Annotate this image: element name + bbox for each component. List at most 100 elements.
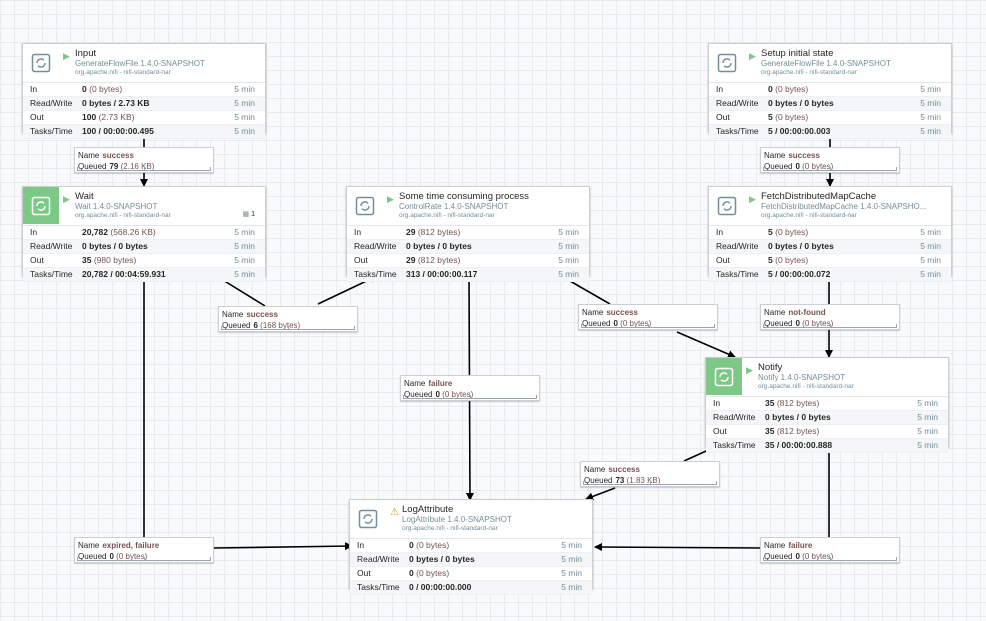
processor-wait[interactable]: ▶ Wait Wait 1.4.0-SNAPSHOT org.apache.ni… xyxy=(22,186,266,282)
stat-time: 5 min xyxy=(920,227,941,237)
processor-type: FetchDistributedMapCache 1.4.0-SNAPSHO..… xyxy=(761,202,927,211)
stat-value: 0 bytes / 0 bytes xyxy=(765,412,831,422)
stat-value: 0 bytes / 0 bytes xyxy=(768,98,834,108)
stat-label: Read/Write xyxy=(716,98,759,108)
stat-label: Read/Write xyxy=(716,241,759,251)
processor-notify[interactable]: ▶ Notify Notify 1.4.0-SNAPSHOT org.apach… xyxy=(705,357,949,453)
stat-label: Tasks/Time xyxy=(354,269,397,279)
processor-header: ▶ Notify Notify 1.4.0-SNAPSHOT org.apach… xyxy=(706,358,948,397)
processor-header: ▶ Wait Wait 1.4.0-SNAPSHOT org.apache.ni… xyxy=(23,187,265,226)
queue-bar xyxy=(77,167,211,171)
processor-setup-initial-state[interactable]: ▶ Setup initial state GenerateFlowFile 1… xyxy=(708,43,952,139)
stat-value: 35 (980 bytes) xyxy=(82,255,137,265)
processor-name: Input xyxy=(75,48,97,59)
warning-icon[interactable]: ⚠ xyxy=(390,508,399,518)
connection-wait-to-log[interactable]: Name expired, failure Queued 0 (0 bytes) xyxy=(74,537,214,563)
conn-name-label: Name xyxy=(584,465,606,474)
stat-label: In xyxy=(30,227,38,237)
stat-label: Out xyxy=(716,112,730,122)
connection-notify-to-log[interactable]: Name success Queued 73 (1.83 KB) xyxy=(580,461,720,487)
stat-label: Tasks/Time xyxy=(30,269,73,279)
stat-value: 100 / 00:00:00.495 xyxy=(82,126,154,136)
processor-icon xyxy=(347,187,383,224)
processor-type: GenerateFlowFile 1.4.0-SNAPSHOT xyxy=(761,59,891,68)
connection-process-to-log[interactable]: Name failure Queued 0 (0 bytes) xyxy=(400,375,540,401)
stat-label: Read/Write xyxy=(357,554,400,564)
processor-icon xyxy=(23,187,59,224)
processor-icon xyxy=(350,500,386,537)
stat-in: In 0 (0 bytes) 5 min xyxy=(23,83,265,97)
stat-value: 5 / 00:00:00.003 xyxy=(768,126,831,136)
queue-bar xyxy=(403,395,537,399)
stat-read-write: Read/Write 0 bytes / 2.73 KB 5 min xyxy=(23,97,265,111)
connection-setup-to-fetch[interactable]: Name success Queued 0 (0 bytes) xyxy=(760,147,900,173)
stat-time: 5 min xyxy=(234,98,255,108)
processor-bundle: org.apache.nifi - nifi-standard-nar xyxy=(761,69,857,76)
queue-bar xyxy=(583,481,717,485)
processor-type: Wait 1.4.0-SNAPSHOT xyxy=(75,202,158,211)
processor-header: ▶ Setup initial state GenerateFlowFile 1… xyxy=(709,44,951,83)
processor-bundle: org.apache.nifi - nifi-standard-nar xyxy=(75,69,171,76)
stat-time: 5 min xyxy=(920,269,941,279)
active-threads-badge: ▦ 1 xyxy=(242,211,255,218)
stat-label: Tasks/Time xyxy=(716,126,759,136)
processor-fetch-distributed-map-cache[interactable]: ▶ FetchDistributedMapCache FetchDistribu… xyxy=(708,186,952,282)
stat-label: Tasks/Time xyxy=(716,269,759,279)
connection-fetch-to-notify[interactable]: Name not-found Queued 0 (0 bytes) xyxy=(760,304,900,330)
processor-header: ▶ Some time consuming process ControlRat… xyxy=(347,187,589,226)
stat-time: 5 min xyxy=(920,241,941,251)
conn-name-label: Name xyxy=(582,308,604,317)
conn-name-value: success xyxy=(102,151,134,160)
stat-label: In xyxy=(30,84,38,94)
stat-time: 5 min xyxy=(234,126,255,136)
processor-bundle: org.apache.nifi - nifi-standard-nar xyxy=(75,212,171,219)
processor-icon xyxy=(706,358,742,395)
processor-header: ▶ Input GenerateFlowFile 1.4.0-SNAPSHOT … xyxy=(23,44,265,83)
stat-value: 0 (0 bytes) xyxy=(82,84,123,94)
queue-bar xyxy=(221,326,355,330)
stat-read-write: Read/Write 0 bytes / 0 bytes 5 min xyxy=(706,411,948,425)
stat-tasks-time: Tasks/Time 0 / 00:00:00.000 5 min xyxy=(350,581,592,595)
play-icon: ▶ xyxy=(63,194,70,204)
stat-tasks-time: Tasks/Time 313 / 00:00:00.117 5 min xyxy=(347,268,589,282)
stat-time: 5 min xyxy=(558,227,579,237)
stat-time: 5 min xyxy=(920,98,941,108)
stat-value: 0 (0 bytes) xyxy=(409,568,450,578)
processor-some-time-consuming-process[interactable]: ▶ Some time consuming process ControlRat… xyxy=(346,186,590,282)
stat-label: In xyxy=(354,227,362,237)
processor-bundle: org.apache.nifi - nifi-standard-nar xyxy=(761,212,857,219)
stat-label: Out xyxy=(30,112,44,122)
stat-label: Out xyxy=(716,255,730,265)
stat-time: 5 min xyxy=(234,112,255,122)
stat-time: 5 min xyxy=(920,255,941,265)
conn-name-label: Name xyxy=(78,541,100,550)
processor-name: Wait xyxy=(75,191,94,202)
stat-out: Out 29 (812 bytes) 5 min xyxy=(347,254,589,268)
conn-name-value: failure xyxy=(428,379,453,388)
play-icon: ▶ xyxy=(746,365,753,375)
processor-name: Some time consuming process xyxy=(399,191,529,202)
conn-name-label: Name xyxy=(404,379,426,388)
connection-input-to-wait[interactable]: Name success Queued 79 (2.16 KB) xyxy=(74,147,214,173)
connection-process-to-notify[interactable]: Name success Queued 0 (0 bytes) xyxy=(578,304,718,330)
conn-name-label: Name xyxy=(222,310,244,319)
processor-bundle: org.apache.nifi - nifi-standard-nar xyxy=(758,383,854,390)
stat-out: Out 35 (980 bytes) 5 min xyxy=(23,254,265,268)
queue-bar xyxy=(581,324,715,328)
processor-log-attribute[interactable]: ⚠ LogAttribute LogAttribute 1.4.0-SNAPSH… xyxy=(349,499,593,595)
play-icon: ▶ xyxy=(387,194,394,204)
stat-time: 5 min xyxy=(920,84,941,94)
stat-time: 5 min xyxy=(920,126,941,136)
stat-time: 5 min xyxy=(234,241,255,251)
connection-fetch-to-log[interactable]: Name failure Queued 0 (0 bytes) xyxy=(760,537,900,563)
processor-input[interactable]: ▶ Input GenerateFlowFile 1.4.0-SNAPSHOT … xyxy=(22,43,266,139)
connection-wait-to-process[interactable]: Name success Queued 6 (168 bytes) xyxy=(218,306,358,332)
stat-out: Out 5 (0 bytes) 5 min xyxy=(709,254,951,268)
stat-time: 5 min xyxy=(561,554,582,564)
stat-value: 20,782 / 00:04:59.931 xyxy=(82,269,166,279)
stat-label: Out xyxy=(713,426,727,436)
stat-value: 313 / 00:00:00.117 xyxy=(406,269,478,279)
stat-value: 0 bytes / 0 bytes xyxy=(409,554,475,564)
stat-value: 0 (0 bytes) xyxy=(409,540,450,550)
stat-time: 5 min xyxy=(558,241,579,251)
